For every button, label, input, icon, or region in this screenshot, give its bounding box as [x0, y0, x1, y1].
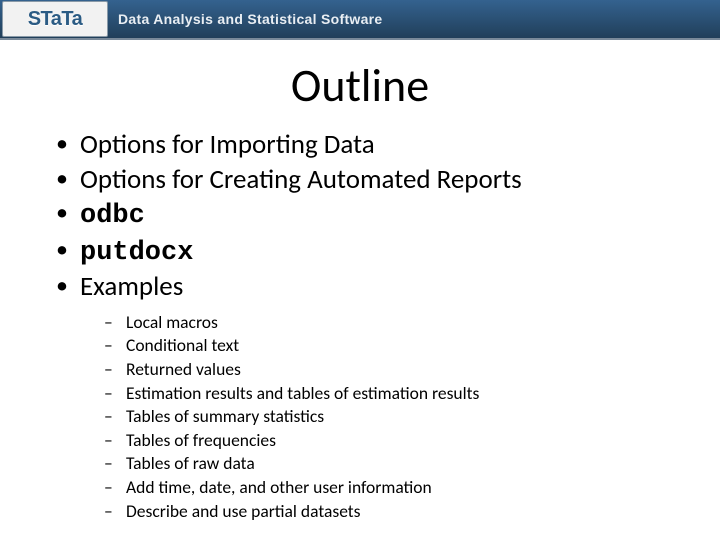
slide-body: Outline Options for Importing Data Optio… — [0, 40, 720, 523]
sub-item: Tables of raw data — [100, 452, 680, 476]
sub-item: Tables of frequencies — [100, 429, 680, 453]
outline-sublist: Local macros Conditional text Returned v… — [40, 311, 680, 524]
bullet-item: Options for Importing Data — [52, 128, 680, 163]
sub-item: Returned values — [100, 358, 680, 382]
sub-item: Estimation results and tables of estimat… — [100, 382, 680, 406]
code-text: putdocx — [80, 238, 193, 268]
code-text: odbc — [80, 201, 145, 231]
sub-item: Add time, date, and other user informati… — [100, 476, 680, 500]
bullet-item: Examples — [52, 270, 680, 305]
sub-item: Tables of summary statistics — [100, 405, 680, 429]
sub-item: Describe and use partial datasets — [100, 500, 680, 524]
bullet-item: putdocx — [52, 234, 680, 271]
sub-item: Local macros — [100, 311, 680, 335]
header-banner: STaTa Data Analysis and Statistical Soft… — [0, 0, 720, 40]
bullet-item: Options for Creating Automated Reports — [52, 163, 680, 198]
sub-item: Conditional text — [100, 334, 680, 358]
outline-list: Options for Importing Data Options for C… — [40, 128, 680, 305]
stata-logo: STaTa — [2, 1, 108, 37]
slide-title: Outline — [40, 58, 680, 114]
stata-logo-text: STaTa — [28, 8, 83, 31]
tagline-text: Data Analysis and Statistical Software — [118, 11, 383, 27]
bullet-item: odbc — [52, 197, 680, 234]
